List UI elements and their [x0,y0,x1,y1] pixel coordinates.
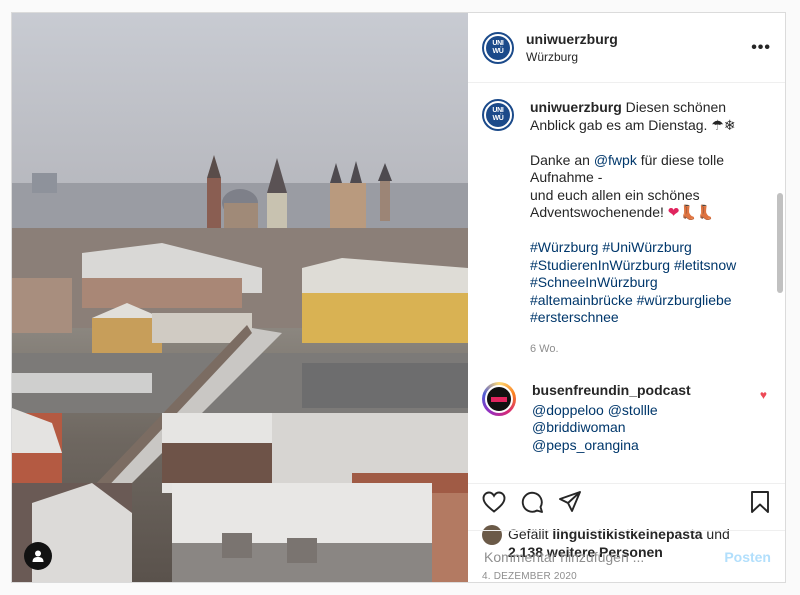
post-comment-button[interactable]: Posten [724,549,771,565]
hashtags[interactable]: #Würzburg #UniWürzburg #StudierenInWürzb… [530,239,736,325]
commenter-avatar[interactable] [482,382,516,416]
logo-text-top: UNI [492,39,504,47]
caption-time[interactable]: 6 Wo. [530,341,750,359]
caption-text: uniwuerzburg Diesen schönen Anblick gab … [530,99,750,358]
action-bar [468,483,785,525]
post-photo[interactable] [12,13,468,582]
commenter-username[interactable]: busenfreundin_podcast [532,382,732,400]
caption-logo-text-top: UNI [492,107,504,114]
header-location[interactable]: Würzburg [526,50,751,64]
user-tag-icon[interactable] [24,542,52,570]
share-icon[interactable] [558,490,582,519]
heart-emoji: ❤ [667,204,680,220]
comments-scrollbar[interactable] [777,193,783,293]
header-username[interactable]: uniwuerzburg [526,31,751,47]
mention-link[interactable]: @fwpk [594,152,637,168]
comment-text[interactable]: @doppeloo @stollle @briddiwoman @peps_or… [532,402,732,455]
caption-line2: Danke an [530,151,594,168]
caption: UNI WÜ uniwuerzburg Diesen schönen Anblic… [482,99,771,358]
post-header: UNI WÜ uniwuerzburg Würzburg ••• [468,13,785,83]
comments-area[interactable]: UNI WÜ uniwuerzburg Diesen schönen Anblic… [468,83,785,483]
comment-like-icon[interactable]: ♥ [760,388,767,402]
comment-icon[interactable] [520,490,544,519]
caption-username[interactable]: uniwuerzburg [530,99,622,115]
wuerzburg-snow-photo [12,13,468,582]
heart-icon[interactable] [482,491,506,518]
caption-avatar[interactable]: UNI WÜ [482,99,514,131]
boots-emoji: 👢👢 [679,204,715,220]
bookmark-icon[interactable] [749,490,771,519]
caption-logo-text-bottom: WÜ [492,115,504,122]
comment: busenfreundin_podcast @doppeloo @stollle… [482,382,771,454]
account-avatar[interactable]: UNI WÜ [482,31,514,64]
logo-text-bottom: WÜ [492,47,504,55]
instagram-post: UNI WÜ uniwuerzburg Würzburg ••• UNI WÜ un… [11,12,786,583]
more-icon[interactable]: ••• [751,39,771,57]
comment-input[interactable] [482,547,725,566]
add-comment-bar: Posten [468,530,785,582]
post-sidebar: UNI WÜ uniwuerzburg Würzburg ••• UNI WÜ un… [468,13,785,582]
